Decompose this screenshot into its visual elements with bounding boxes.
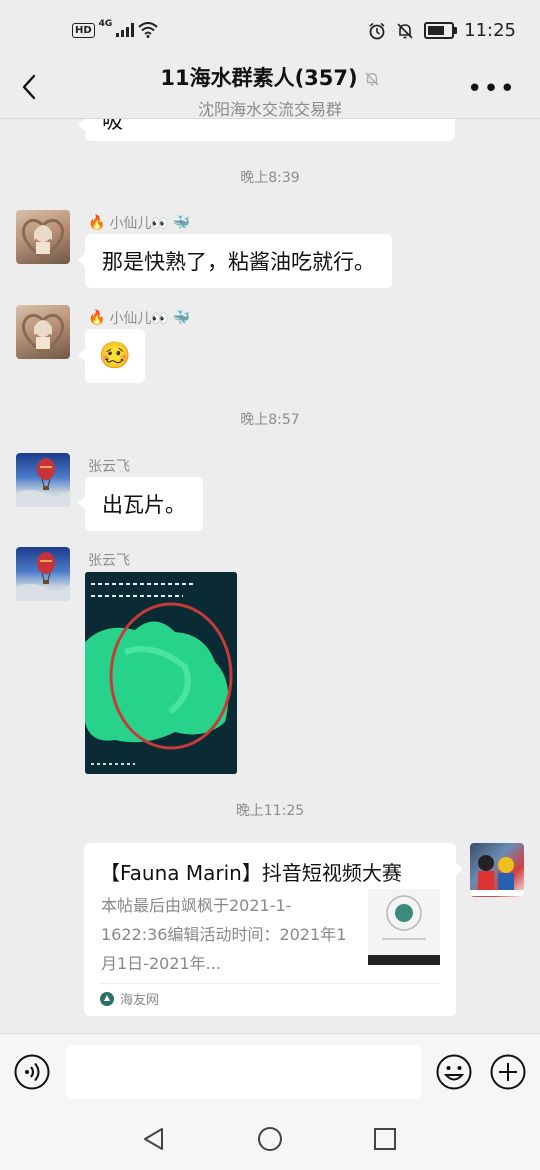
- more-options-icon[interactable]: •••: [467, 74, 516, 104]
- mute-bell-icon: [397, 22, 413, 39]
- chat-area: 吸 晚上8:39 🔥 小仙儿👀 🐳 那是快熟了，粘酱油吃就行。 🔥 小仙儿👀 🐳 🥴 晚…: [0, 119, 540, 1033]
- image-message[interactable]: [85, 572, 237, 774]
- sender-name: 🔥 小仙儿👀 🐳: [88, 215, 191, 232]
- avatar[interactable]: [16, 305, 70, 359]
- sender-name: 🔥 小仙儿👀 🐳: [88, 310, 191, 327]
- whale-icon: 🐳: [172, 310, 191, 326]
- emoji-icon[interactable]: [436, 1054, 472, 1090]
- card-title: 【Fauna Marin】抖音短视频大赛: [100, 861, 402, 885]
- message-bubble[interactable]: 那是快熟了，粘酱油吃就行。: [78, 234, 392, 288]
- fire-icon: 🔥: [88, 310, 106, 326]
- input-bar: [0, 1033, 540, 1111]
- message-bubble[interactable]: 出瓦片。: [78, 477, 203, 531]
- timestamp: 晚上11:25: [235, 803, 305, 819]
- whale-icon: 🐳: [172, 215, 191, 231]
- card-description: 本帖最后由飒枫于2021-1-1622:36编辑活动时间：2021年1月1日-2…: [101, 896, 347, 973]
- battery-icon: [424, 22, 458, 39]
- fire-icon: 🔥: [88, 215, 106, 231]
- avatar[interactable]: [16, 547, 70, 601]
- message-text: 出瓦片。: [102, 493, 186, 517]
- chat-header: 11海水群素人(357) 沈阳海水交流交易群 •••: [0, 60, 540, 119]
- sender-name: 张云飞: [88, 553, 130, 569]
- status-time: 11:25: [464, 20, 516, 41]
- nav-back-icon[interactable]: [141, 1126, 167, 1152]
- voice-input-icon[interactable]: [14, 1054, 50, 1090]
- plus-icon[interactable]: [490, 1054, 526, 1090]
- card-divider: [100, 983, 440, 984]
- avatar[interactable]: [16, 453, 70, 507]
- alarm-icon: [369, 22, 385, 39]
- back-arrow-icon[interactable]: [16, 72, 46, 102]
- wifi-icon: [138, 22, 158, 38]
- timestamp: 晚上8:57: [240, 412, 300, 428]
- message-text: 吸: [102, 119, 123, 133]
- sender-name: 张云飞: [88, 459, 130, 475]
- avatar[interactable]: [16, 210, 70, 264]
- mute-bell-icon: [364, 72, 379, 86]
- emoji-message-bubble[interactable]: 🥴: [78, 329, 145, 383]
- card-thumbnail: [368, 889, 440, 965]
- status-bar: HD 4G 11:25: [0, 0, 540, 60]
- network-type: 4G: [98, 19, 113, 29]
- avatar[interactable]: [470, 843, 524, 897]
- card-source: 海友网: [100, 989, 159, 1008]
- message-input[interactable]: [66, 1046, 421, 1098]
- source-logo-icon: [100, 991, 114, 1006]
- message-bubble-partial[interactable]: 吸: [78, 119, 455, 141]
- group-subtitle: 沈阳海水交流交易群: [197, 100, 342, 119]
- group-title: 11海水群素人(357): [160, 66, 358, 90]
- nav-home-icon[interactable]: [257, 1126, 283, 1152]
- nav-recent-icon[interactable]: [372, 1126, 398, 1152]
- link-card-message[interactable]: 【Fauna Marin】抖音短视频大赛 本帖最后由飒枫于2021-1-1622…: [84, 843, 463, 1016]
- timestamp: 晚上8:39: [240, 170, 300, 186]
- hd-badge: HD: [72, 22, 95, 38]
- signal-icon: [116, 23, 135, 37]
- message-text: 那是快熟了，粘酱油吃就行。: [102, 250, 375, 274]
- system-nav-bar: [0, 1110, 540, 1170]
- woozy-face-icon: 🥴: [98, 341, 132, 371]
